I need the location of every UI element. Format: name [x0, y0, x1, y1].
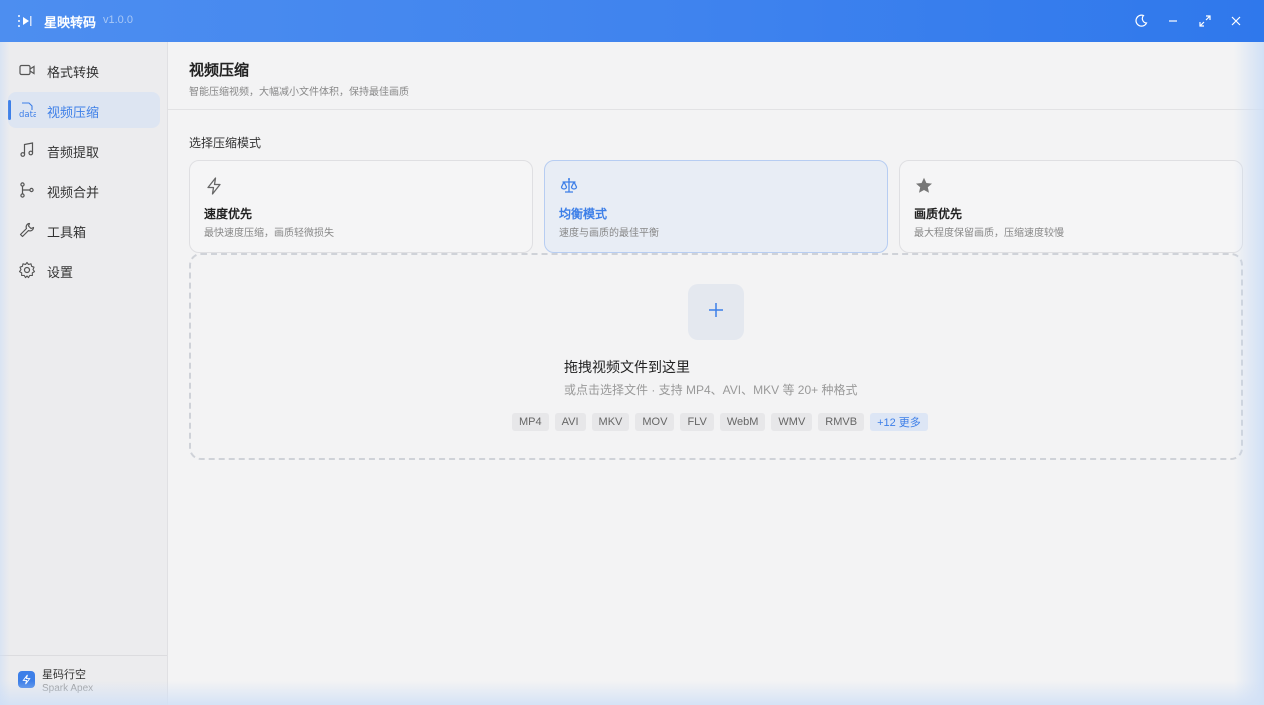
mode-card-title: 均衡模式: [559, 207, 608, 221]
bolt-icon: [18, 671, 35, 688]
music-icon: [18, 141, 36, 159]
mode-card-quality[interactable]: 画质优先 最大程度保留画质，压缩速度较慢: [899, 160, 1243, 253]
format-tag: MOV: [635, 413, 675, 431]
active-indicator: [8, 100, 11, 120]
sidebar-item-format-convert[interactable]: 格式转换: [8, 52, 160, 88]
mode-card-desc: 最大程度保留画质，压缩速度较慢: [914, 228, 1064, 239]
sidebar-item-video-compress[interactable]: data 视频压缩: [8, 92, 160, 128]
sidebar-item-toolbox[interactable]: 工具箱: [8, 212, 160, 248]
format-tag: WMV: [771, 413, 813, 431]
sidebar-item-label: 音频提取: [47, 145, 100, 160]
format-tag: MP4: [512, 413, 549, 431]
mode-card-speed[interactable]: 速度优先 最快速度压缩，画质轻微损失: [189, 160, 533, 253]
brand-subtitle: Spark Apex: [42, 683, 94, 694]
mode-card-desc: 最快速度压缩，画质轻微损失: [204, 228, 334, 239]
brand-name: 星码行空: [42, 669, 86, 681]
page-subtitle: 智能压缩视频，大幅减小文件体积，保持最佳画质: [189, 87, 409, 98]
app-logo-icon: [16, 12, 34, 30]
sidebar-item-label: 设置: [47, 265, 74, 280]
close-icon[interactable]: [1226, 11, 1246, 31]
format-tags: MP4 AVI MKV MOV FLV WebM WMV RMVB +12 更多: [512, 413, 928, 431]
mode-card-title: 画质优先: [914, 207, 963, 221]
star-icon: [914, 176, 934, 196]
data-icon: data: [18, 101, 38, 120]
sidebar-item-video-merge[interactable]: 视频合并: [8, 172, 160, 208]
plus-icon: [706, 300, 726, 325]
maximize-icon[interactable]: [1195, 11, 1215, 31]
moon-icon[interactable]: [1131, 11, 1151, 31]
sidebar-item-label: 视频压缩: [47, 105, 100, 120]
sidebar-item-settings[interactable]: 设置: [8, 252, 160, 288]
sidebar-item-audio-extract[interactable]: 音频提取: [8, 132, 160, 168]
video-camera-icon: [18, 61, 36, 79]
scale-icon: [559, 176, 579, 196]
sidebar-item-label: 工具箱: [47, 225, 87, 240]
wrench-icon: [18, 221, 36, 239]
sidebar: 格式转换 data 视频压缩 音频提取 视频合并 工具箱 设置 星码行空 Spa…: [0, 42, 168, 705]
merge-icon: [18, 181, 36, 199]
format-tag: FLV: [680, 413, 714, 431]
divider: [168, 109, 1264, 110]
app-window: 星映转码 v1.0.0 格式转换 data 视频压缩 音频提取 视频合并 工具箱…: [0, 0, 1264, 705]
format-tag: MKV: [591, 413, 630, 431]
dropzone-hint: 或点击选择文件 · 支持 MP4、AVI、MKV 等 20+ 种格式: [564, 383, 858, 397]
format-tag: AVI: [554, 413, 586, 431]
mode-card-title: 速度优先: [204, 207, 253, 221]
sidebar-item-label: 视频合并: [47, 185, 100, 200]
mode-card-balanced[interactable]: 均衡模式 速度与画质的最佳平衡: [544, 160, 888, 253]
app-version: v1.0.0: [103, 14, 133, 26]
add-file-button[interactable]: [688, 284, 744, 340]
sidebar-item-label: 格式转换: [47, 65, 100, 80]
minimize-icon[interactable]: [1163, 11, 1183, 31]
file-dropzone[interactable]: 拖拽视频文件到这里 或点击选择文件 · 支持 MP4、AVI、MKV 等 20+…: [189, 253, 1243, 460]
more-formats-tag[interactable]: +12 更多: [870, 413, 928, 431]
dropzone-title: 拖拽视频文件到这里: [564, 359, 690, 375]
title-bar: 星映转码 v1.0.0: [0, 0, 1264, 42]
lightning-icon: [204, 176, 224, 196]
page-title: 视频压缩: [189, 62, 250, 79]
svg-text:data: data: [19, 110, 36, 119]
section-label: 选择压缩模式: [189, 136, 262, 150]
mode-card-desc: 速度与画质的最佳平衡: [559, 228, 659, 239]
sidebar-footer: 星码行空 Spark Apex: [0, 655, 167, 705]
gear-icon: [18, 261, 36, 279]
app-name: 星映转码: [44, 15, 97, 30]
main-content: 视频压缩 智能压缩视频，大幅减小文件体积，保持最佳画质 选择压缩模式 速度优先 …: [168, 42, 1264, 705]
format-tag: WebM: [719, 413, 766, 431]
format-tag: RMVB: [818, 413, 865, 431]
